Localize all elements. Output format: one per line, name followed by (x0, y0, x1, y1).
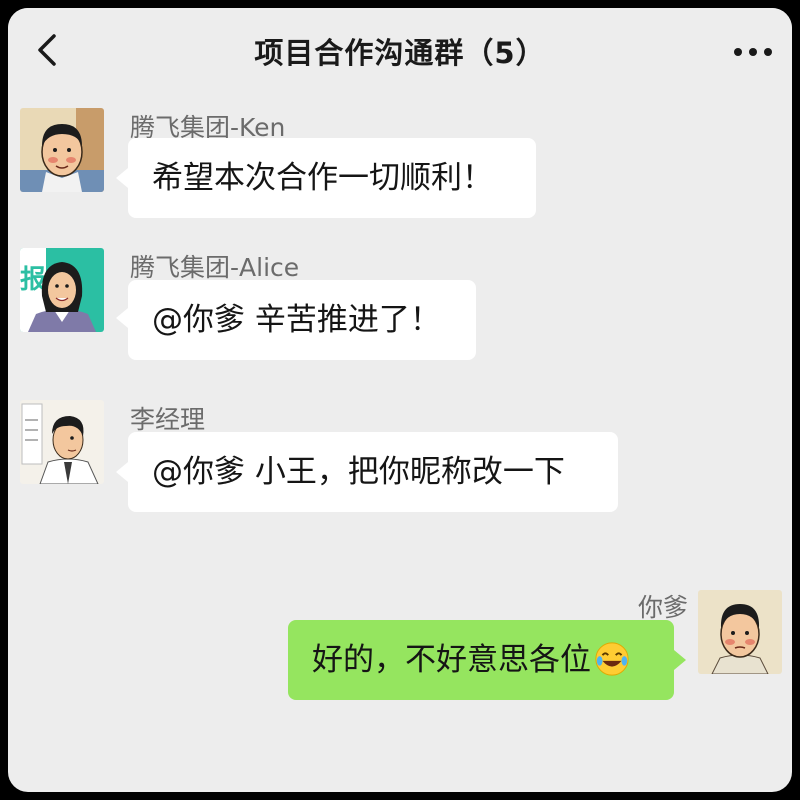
chat-header: 项目合作沟通群（5） (8, 8, 792, 90)
avatar[interactable] (698, 590, 782, 674)
message-bubble[interactable]: 希望本次合作一切顺利！ (128, 138, 536, 218)
avatar[interactable] (20, 108, 104, 192)
sender-name: 腾飞集团-Alice (130, 253, 300, 282)
message-bubble[interactable]: @你爹 小王，把你昵称改一下 (128, 432, 618, 512)
avatar[interactable]: 报 (20, 248, 104, 332)
chat-screen: 项目合作沟通群（5） 腾飞集团-Ken 希望本次合作一切顺利！ 报 腾飞集团-A… (8, 8, 792, 792)
bubble-tail (116, 168, 128, 188)
more-dots-icon (734, 48, 772, 56)
avatar-alice-illustration: 报 (20, 248, 104, 332)
message-bubble[interactable]: 好的，不好意思各位 (288, 620, 674, 700)
sender-name: 李经理 (130, 405, 206, 434)
avatar-li-illustration (20, 400, 104, 484)
bubble-tail (116, 308, 128, 328)
more-button[interactable] (726, 28, 782, 72)
laughing-crying-emoji-icon (595, 641, 629, 676)
sender-name: 你爹 (637, 593, 688, 622)
chat-title: 项目合作沟通群（5） (254, 36, 546, 70)
message-text: 好的，不好意思各位 (312, 642, 591, 678)
avatar[interactable] (20, 400, 104, 484)
avatar-self-illustration (698, 590, 782, 674)
avatar-ken-illustration (20, 108, 104, 192)
phone-frame: 项目合作沟通群（5） 腾飞集团-Ken 希望本次合作一切顺利！ 报 腾飞集团-A… (0, 0, 800, 800)
bubble-tail (116, 462, 128, 482)
bubble-tail (674, 650, 686, 670)
message-bubble[interactable]: @你爹 辛苦推进了！ (128, 280, 476, 360)
